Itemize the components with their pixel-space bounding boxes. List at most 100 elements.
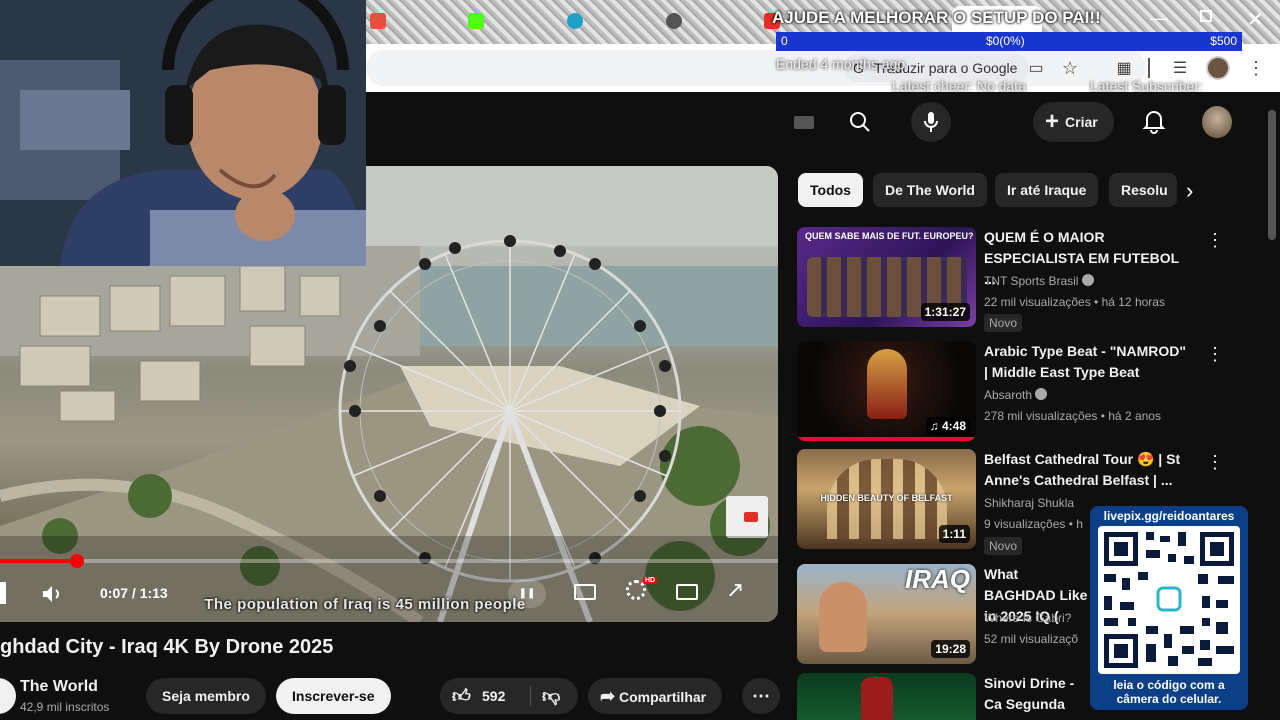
related-thumbnail[interactable]: HIDDEN BEAUTY OF BELFAST 1:11 <box>797 449 976 549</box>
create-button[interactable]: + Criar <box>1033 102 1114 142</box>
channel-avatar[interactable] <box>0 678 16 714</box>
thumbnail-person-image <box>819 582 867 652</box>
related-channel[interactable]: Where Is Gabri? <box>984 609 1071 627</box>
microphone-icon <box>924 112 938 132</box>
close-icon[interactable]: ✕ <box>1247 7 1264 32</box>
tab-kick-icon[interactable] <box>468 13 484 29</box>
thumbnail-text: HIDDEN BEAUTY OF BELFAST <box>820 493 953 503</box>
thumbnail-text: QUEM SABE MAIS DE FUT. EUROPEU? <box>805 231 974 241</box>
chip-todos[interactable]: Todos <box>798 173 863 207</box>
duration-text: 4:48 <box>941 419 966 433</box>
plus-icon: + <box>1045 108 1060 135</box>
related-thumbnail[interactable]: IRAQ 19:28 <box>797 564 976 664</box>
overlay-banner-title: AJUDE A MELHORAR O SETUP DO PAI!! <box>772 8 1101 27</box>
chip-ir-ate-iraque[interactable]: Ir até Iraque <box>995 173 1099 207</box>
related-thumbnail[interactable]: ♫ 4:48 <box>797 341 976 441</box>
new-badge: Novo <box>984 537 1023 555</box>
duration-badge: ♫ 4:48 <box>925 417 970 435</box>
related-thumbnail[interactable] <box>797 673 976 720</box>
bell-icon <box>1142 111 1166 134</box>
profile-avatar[interactable] <box>1206 56 1230 80</box>
like-dislike-group: 👍︎ 592 👎︎ <box>440 678 578 714</box>
center-pause-icon[interactable]: ❚❚ <box>508 580 546 608</box>
related-meta: 22 mil visualizações • há 12 horas <box>984 295 1165 309</box>
search-icon <box>850 112 870 132</box>
caption-text: The population of Iraq is 45 million peo… <box>204 596 526 613</box>
browser-menu-icon[interactable]: ⋮ <box>1242 54 1270 82</box>
duration-badge: 1:11 <box>938 525 970 543</box>
more-options-icon[interactable]: ⋮ <box>1206 342 1224 366</box>
maximize-icon[interactable] <box>1200 10 1212 22</box>
goal-end: $500 <box>1210 34 1237 48</box>
qr-code-image <box>1098 526 1240 674</box>
thumbnail-figure-image <box>861 677 893 720</box>
donation-goal-bar: 0 $0(0%) $500 <box>776 32 1242 51</box>
more-actions-icon[interactable]: ⋯ <box>742 678 780 714</box>
related-thumbnail[interactable]: QUEM SABE MAIS DE FUT. EUROPEU? 1:31:27 <box>797 227 976 327</box>
webcam-image <box>0 0 366 266</box>
related-title[interactable]: Arabic Type Beat - "NAMROD" | Middle Eas… <box>984 341 1189 383</box>
duration-badge: 1:31:27 <box>920 303 970 321</box>
thumbnail-text: IRAQ <box>905 564 970 594</box>
seek-bar-played <box>0 559 78 563</box>
subtitles-icon[interactable] <box>574 584 596 600</box>
dislike-icon[interactable]: 👎︎ <box>542 678 560 714</box>
chip-de-the-world[interactable]: De The World <box>873 173 987 207</box>
new-badge: Novo <box>984 314 1023 332</box>
like-icon[interactable]: 👍︎ <box>452 678 471 714</box>
install-icon[interactable]: ▭ <box>1022 54 1050 82</box>
hd-badge: HD <box>643 577 658 584</box>
like-count[interactable]: 592 <box>482 678 505 714</box>
search-button[interactable] <box>840 102 880 142</box>
related-channel: TNT Sports Brasil <box>984 274 1079 288</box>
tab-favicon-icon[interactable] <box>567 13 583 29</box>
verified-icon <box>1035 388 1048 400</box>
related-title[interactable]: Belfast Cathedral Tour 😍 | St Anne's Cat… <box>984 449 1189 491</box>
related-channel-row[interactable]: TNT Sports Brasil <box>984 272 1094 290</box>
qr-caption: leia o código com a câmera do celular. <box>1113 678 1225 706</box>
related-meta: 278 mil visualizações • há 2 anos <box>984 409 1161 423</box>
create-label: Criar <box>1065 114 1098 130</box>
notifications-button[interactable] <box>1142 108 1166 139</box>
join-button[interactable]: Seja membro <box>146 678 266 714</box>
share-icon: ➦ <box>600 686 616 706</box>
like-divider <box>530 686 531 706</box>
seek-bar[interactable] <box>0 554 778 568</box>
livepix-qr-card: livepix.gg/reidoantares leia o código co… <box>1090 506 1248 710</box>
page-scrollbar[interactable] <box>1268 110 1276 240</box>
thumbnail-figure-image <box>867 349 907 419</box>
seek-handle[interactable] <box>70 554 85 568</box>
account-avatar[interactable] <box>1202 106 1232 138</box>
duration-badge: 19:28 <box>931 640 970 658</box>
tab-favicon-icon[interactable] <box>666 13 682 29</box>
voice-search-button[interactable] <box>911 102 951 142</box>
streamer-webcam <box>0 0 366 266</box>
goal-start: 0 <box>781 34 788 48</box>
fullscreen-icon[interactable]: ↗ <box>726 579 744 601</box>
video-title: ghdad City - Iraq 4K By Drone 2025 <box>0 636 334 658</box>
share-label: Compartilhar <box>618 689 707 705</box>
watched-progress <box>797 437 976 441</box>
verified-icon <box>1081 274 1094 286</box>
tab-favicon-icon[interactable] <box>370 13 386 29</box>
channel-name[interactable]: The World <box>20 678 98 696</box>
goal-ended-text: Ended 4 months ago <box>776 56 906 72</box>
chips-next-chevron-icon[interactable]: › <box>1186 178 1193 204</box>
theater-mode-icon[interactable] <box>676 584 698 600</box>
related-channel[interactable]: Shikharaj Shukla <box>984 494 1074 512</box>
keyboard-icon[interactable] <box>794 116 814 129</box>
subscribe-button[interactable]: Inscrever-se <box>276 678 391 714</box>
subscriber-count: 42,9 mil inscritos <box>20 700 110 714</box>
bookmark-star-icon[interactable]: ☆ <box>1056 54 1084 82</box>
chip-resolucao[interactable]: Resolu <box>1109 173 1177 207</box>
toolbar-divider <box>1148 58 1150 78</box>
more-options-icon[interactable]: ⋮ <box>1206 228 1224 252</box>
related-meta: 52 mil visualizaçõ <box>984 632 1079 646</box>
related-title[interactable]: Sinovi Drine - Ca Segunda Guerra <box>984 673 1092 715</box>
goal-current: $0(0%) <box>986 34 1025 48</box>
youtube-header: + Criar <box>366 92 1280 156</box>
share-button[interactable]: ➦ Compartilhar <box>588 678 723 714</box>
related-channel: Absaroth <box>984 388 1033 402</box>
related-channel-row[interactable]: Absaroth <box>984 386 1048 404</box>
more-options-icon[interactable]: ⋮ <box>1206 450 1224 474</box>
